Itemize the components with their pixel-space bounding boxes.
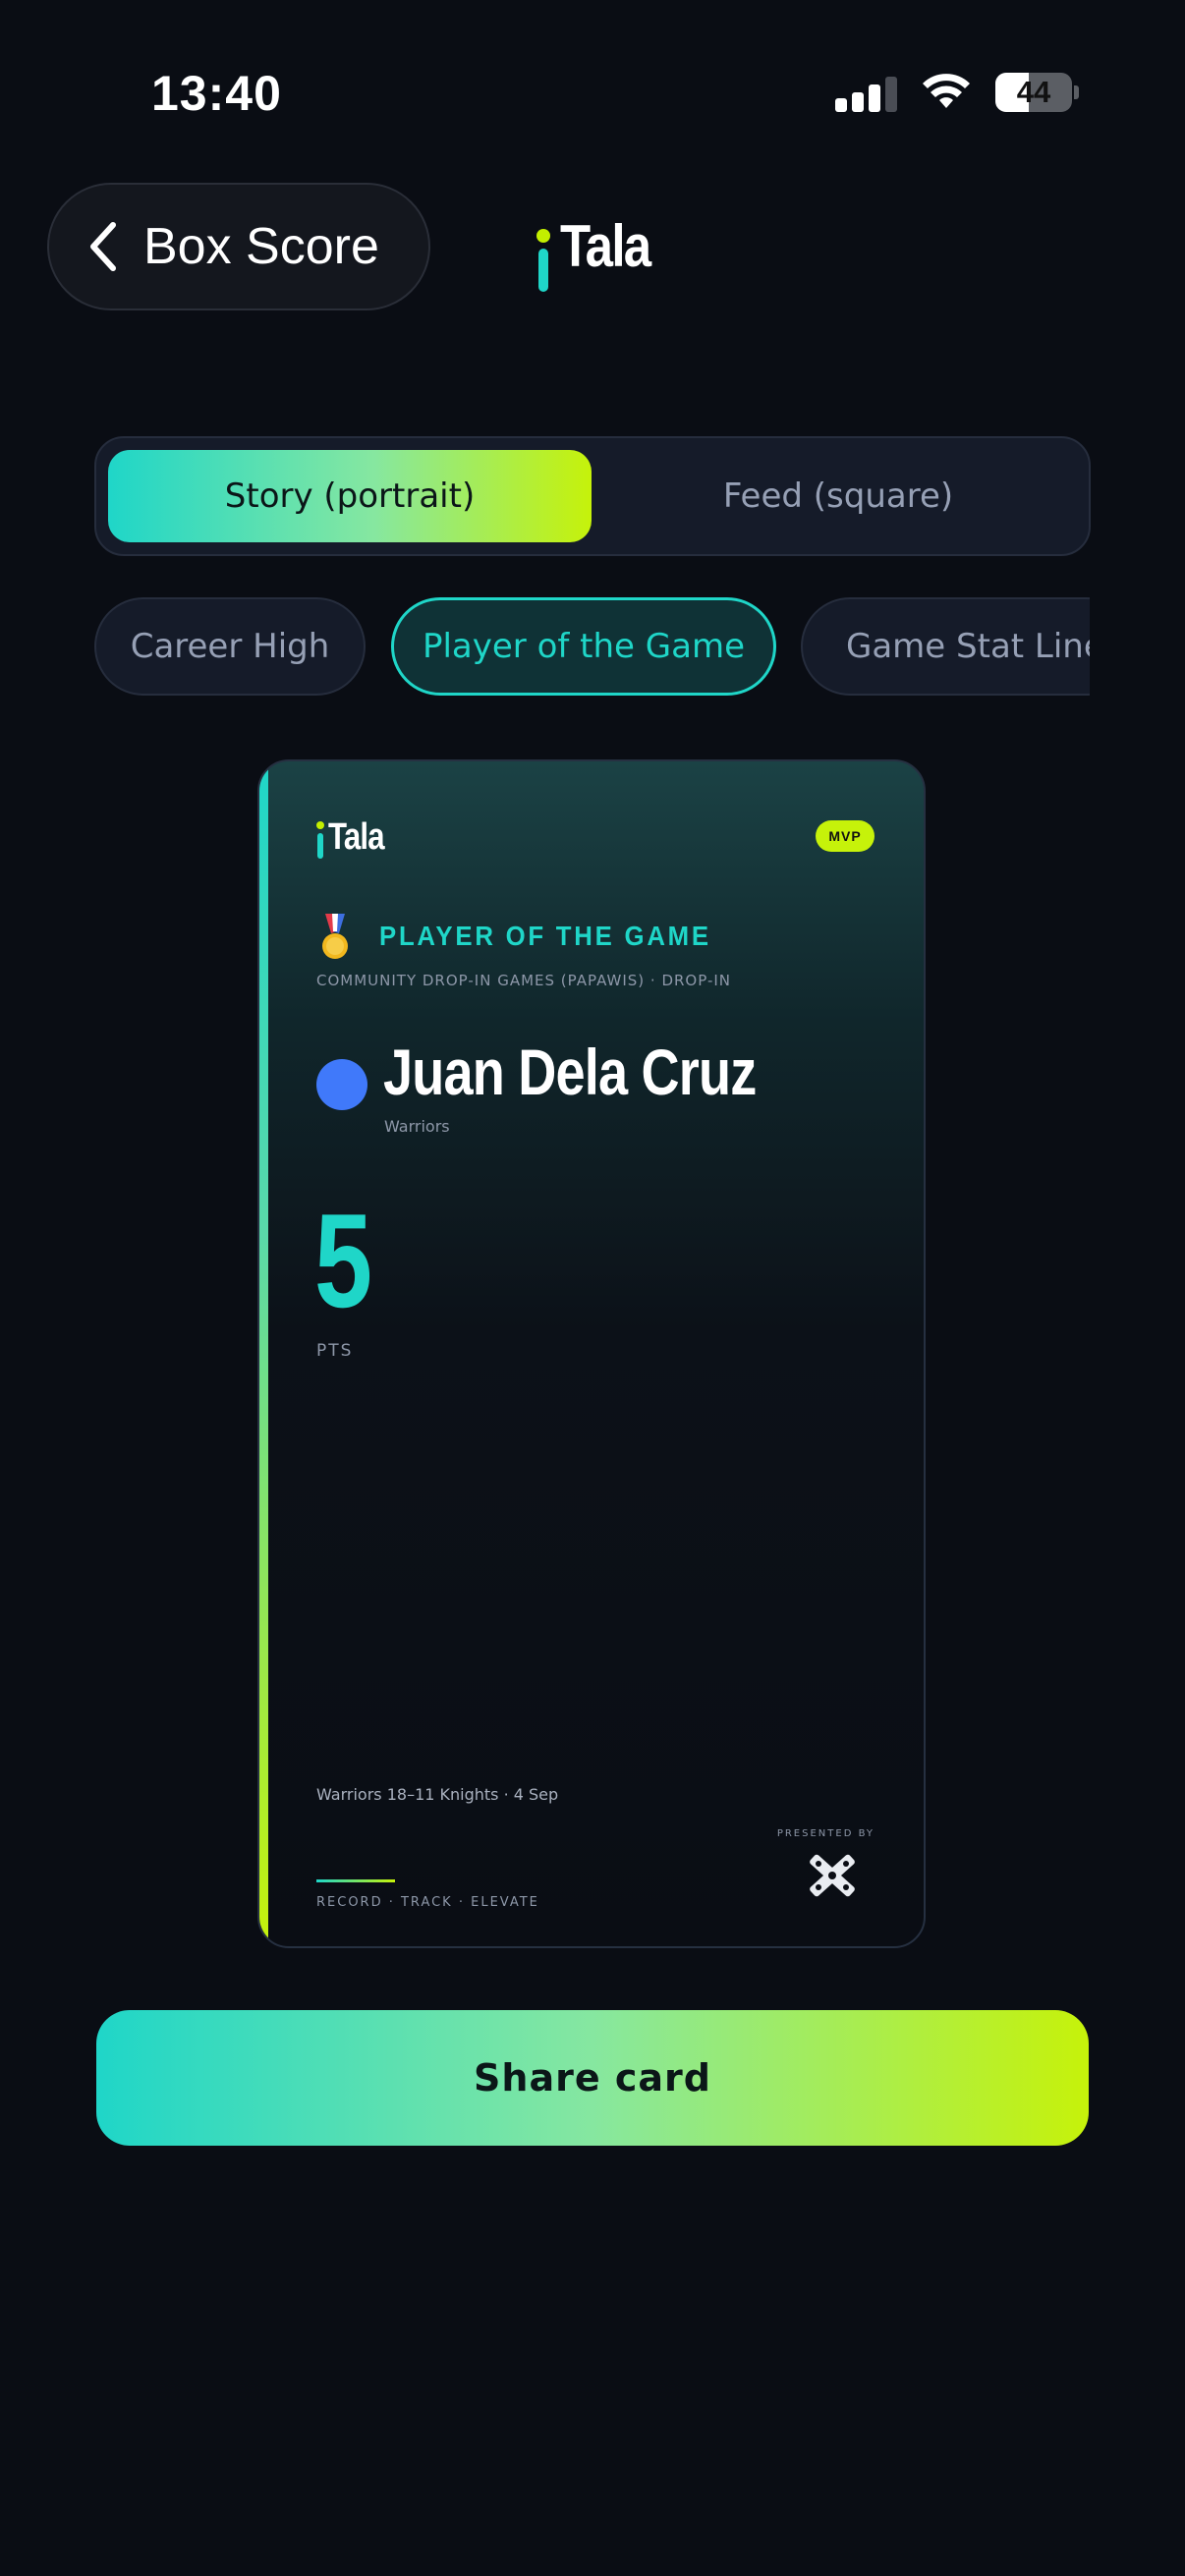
share-card-screen: 13:40 44 Box Score Tala Story (portrait) [0, 0, 1185, 2576]
league-line: COMMUNITY DROP-IN GAMES (PAPAWIS) · DROP… [316, 972, 732, 989]
back-button[interactable]: Box Score [47, 183, 430, 310]
player-name: Juan Dela Cruz [383, 1036, 757, 1108]
share-card-button[interactable]: Share card [96, 2010, 1089, 2146]
chip-game-stat-line[interactable]: Game Stat Line [801, 597, 1090, 696]
stat-value: 5 [314, 1186, 372, 1335]
wifi-icon [923, 74, 970, 108]
cellular-signal-icon [835, 73, 897, 112]
tagline-accent-line [316, 1879, 395, 1882]
status-time: 13:40 [151, 66, 282, 121]
card-title: PLAYER OF THE GAME [379, 921, 711, 951]
card-logo-text: Tala [328, 816, 385, 858]
card-logo-mark-icon [316, 821, 324, 859]
medal-icon [322, 914, 348, 959]
app-logo: Tala [536, 212, 666, 292]
card-logo: Tala [316, 816, 396, 859]
logo-text: Tala [560, 213, 651, 279]
card-type-chips: Career High Player of the Game Game Stat… [0, 589, 1090, 707]
stat-label: PTS [316, 1341, 354, 1361]
logo-mark-icon [536, 229, 550, 292]
chip-player-of-the-game[interactable]: Player of the Game [391, 597, 776, 696]
player-team: Warriors [384, 1117, 450, 1136]
tagline: RECORD · TRACK · ELEVATE [316, 1895, 539, 1910]
battery-level: 44 [1016, 75, 1051, 109]
game-result: Warriors 18–11 Knights · 4 Sep [316, 1785, 559, 1804]
player-avatar [316, 1059, 367, 1110]
chevron-left-icon [90, 222, 116, 271]
format-option-story[interactable]: Story (portrait) [108, 450, 592, 542]
card-accent-bar [259, 761, 268, 1946]
chip-career-high[interactable]: Career High [94, 597, 366, 696]
presented-by-label: PRESENTED BY [776, 1828, 875, 1839]
status-icons: 44 [835, 73, 1079, 112]
format-toggle: Story (portrait) Feed (square) [94, 436, 1091, 556]
mvp-badge: MVP [816, 820, 875, 852]
share-card-button-label: Share card [474, 2056, 711, 2100]
back-button-label: Box Score [143, 218, 379, 275]
battery-icon: 44 [995, 73, 1072, 112]
format-option-feed[interactable]: Feed (square) [595, 450, 1081, 542]
card-preview: Tala MVP PLAYER OF THE GAME COMMUNITY DR… [257, 759, 926, 1948]
sponsor-logo-icon [810, 1854, 855, 1897]
